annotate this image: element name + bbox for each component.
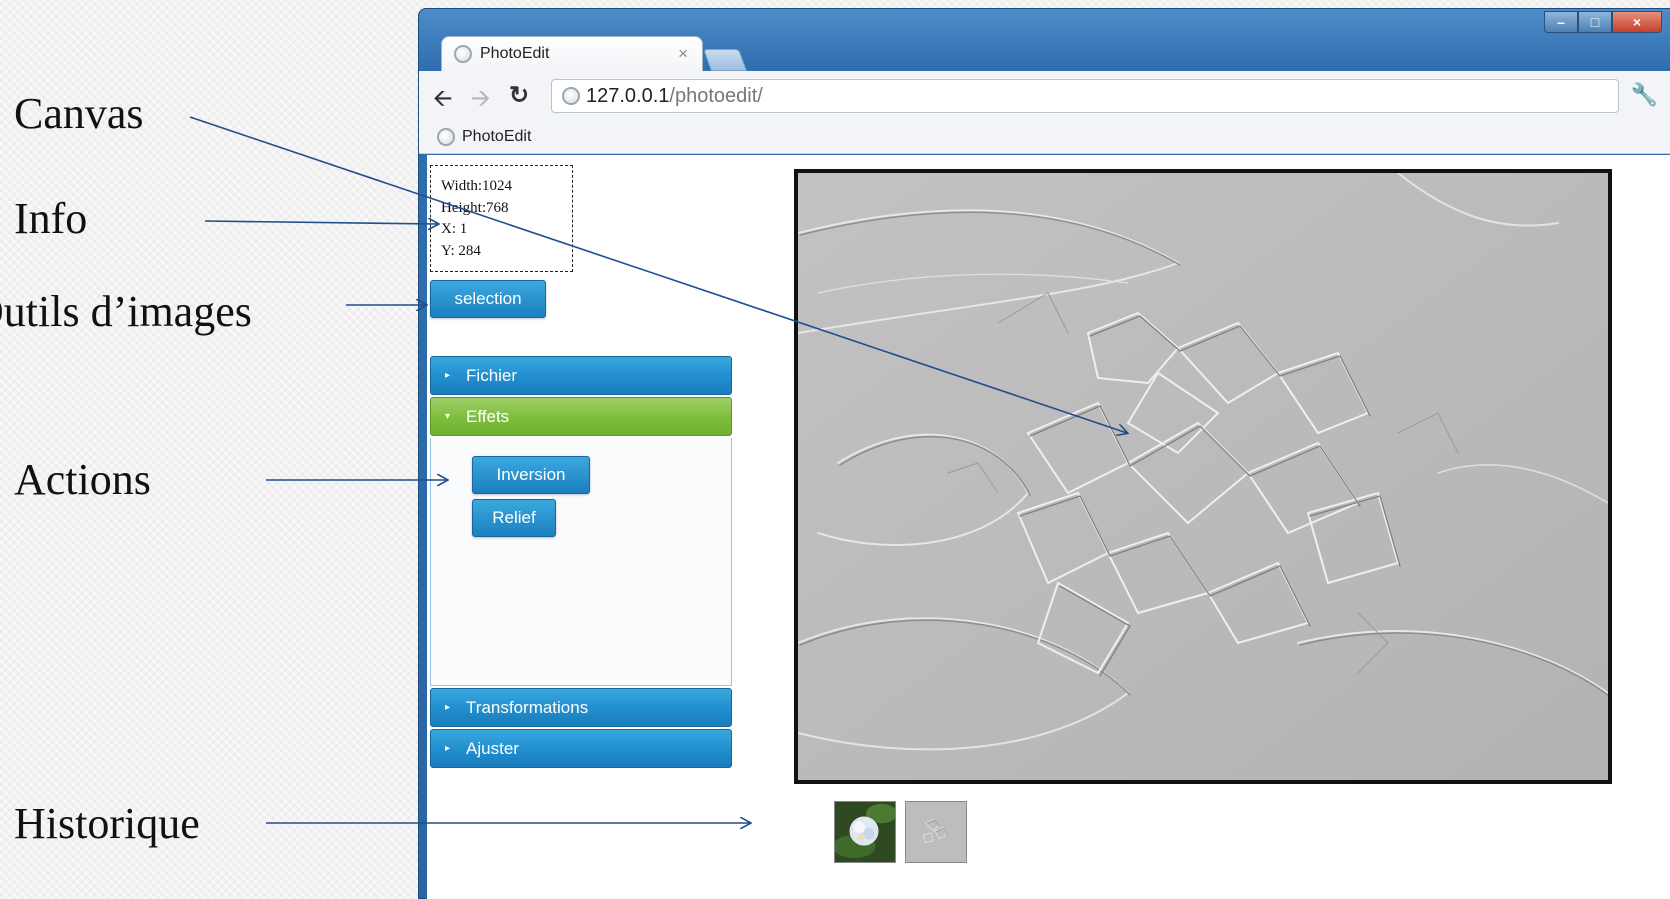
annotation-actions: Actions <box>14 455 151 504</box>
accordion-ajuster-label: Ajuster <box>466 738 519 758</box>
chevron-right-icon: ▸ <box>445 743 451 754</box>
annotation-history: Historique <box>14 799 200 848</box>
info-height: Height:768 <box>441 199 509 216</box>
flower-thumbnail-icon <box>835 802 895 862</box>
reload-icon[interactable]: ↻ <box>509 81 529 110</box>
inversion-button[interactable]: Inversion <box>472 456 590 494</box>
info-width: Width:1024 <box>441 178 513 194</box>
address-bar[interactable]: 127.0.0.1/photoedit/ <box>551 79 1619 113</box>
annotation-canvas: Canvas <box>14 89 144 138</box>
browser-toolbar: 🡨 🡪 ↻ 127.0.0.1/photoedit/ 🔧 <box>419 71 1670 121</box>
globe-icon <box>562 87 580 105</box>
page-content: Width:1024 Height:768 X: 1 Y: 284 select… <box>427 155 1670 899</box>
minimize-button[interactable]: – <box>1544 11 1578 33</box>
actions-accordion: ▸ Fichier ▾ Effets Inversion Relief ▸ Tr… <box>430 356 732 770</box>
history-thumb-relief[interactable] <box>905 801 967 863</box>
relief-thumbnail-icon <box>906 802 966 862</box>
new-tab-button[interactable] <box>702 49 748 71</box>
history-thumb-original[interactable] <box>834 801 896 863</box>
globe-icon <box>437 128 455 146</box>
bookmark-photoedit[interactable]: PhotoEdit <box>462 128 531 146</box>
tab-close-icon[interactable]: × <box>678 44 688 64</box>
relief-button[interactable]: Relief <box>472 499 556 537</box>
accordion-effets-label: Effets <box>466 406 510 426</box>
url-path: /photoedit/ <box>669 84 763 107</box>
globe-icon <box>454 45 472 63</box>
accordion-effets[interactable]: ▾ Effets <box>430 397 732 436</box>
chevron-down-icon: ▾ <box>445 411 451 422</box>
image-canvas[interactable] <box>794 169 1612 784</box>
browser-tab[interactable]: PhotoEdit × <box>441 36 703 71</box>
wrench-icon[interactable]: 🔧 <box>1631 82 1658 108</box>
arrow-right-icon[interactable]: 🡪 <box>471 81 491 122</box>
embossed-image <box>798 173 1608 780</box>
accordion-fichier[interactable]: ▸ Fichier <box>430 356 732 395</box>
url-host: 127.0.0.1 <box>586 84 670 107</box>
window-controls: – □ × <box>1544 11 1662 33</box>
annotation-image-tools: Outils d’images <box>0 287 252 336</box>
accordion-ajuster[interactable]: ▸ Ajuster <box>430 729 732 768</box>
chevron-right-icon: ▸ <box>445 702 451 713</box>
close-window-button[interactable]: × <box>1612 11 1662 33</box>
history-strip <box>834 801 967 863</box>
arrow-info <box>204 221 438 224</box>
tab-title: PhotoEdit <box>480 45 550 62</box>
annotation-info: Info <box>14 194 88 243</box>
accordion-fichier-label: Fichier <box>466 365 518 385</box>
chevron-right-icon: ▸ <box>445 370 451 381</box>
bookmarks-bar: PhotoEdit <box>419 121 1670 154</box>
info-panel: Width:1024 Height:768 X: 1 Y: 284 <box>430 165 573 272</box>
arrow-left-icon[interactable]: 🡨 <box>433 81 453 122</box>
effets-panel: Inversion Relief <box>430 438 732 686</box>
browser-window: – □ × PhotoEdit × 🡨 🡪 ↻ 127.0.0.1/photoe… <box>418 8 1670 899</box>
selection-button[interactable]: selection <box>430 280 546 318</box>
accordion-transformations[interactable]: ▸ Transformations <box>430 688 732 727</box>
maximize-button[interactable]: □ <box>1578 11 1612 33</box>
accordion-transformations-label: Transformations <box>466 697 589 717</box>
info-y: Y: 284 <box>441 242 481 259</box>
info-x: X: 1 <box>441 221 468 237</box>
